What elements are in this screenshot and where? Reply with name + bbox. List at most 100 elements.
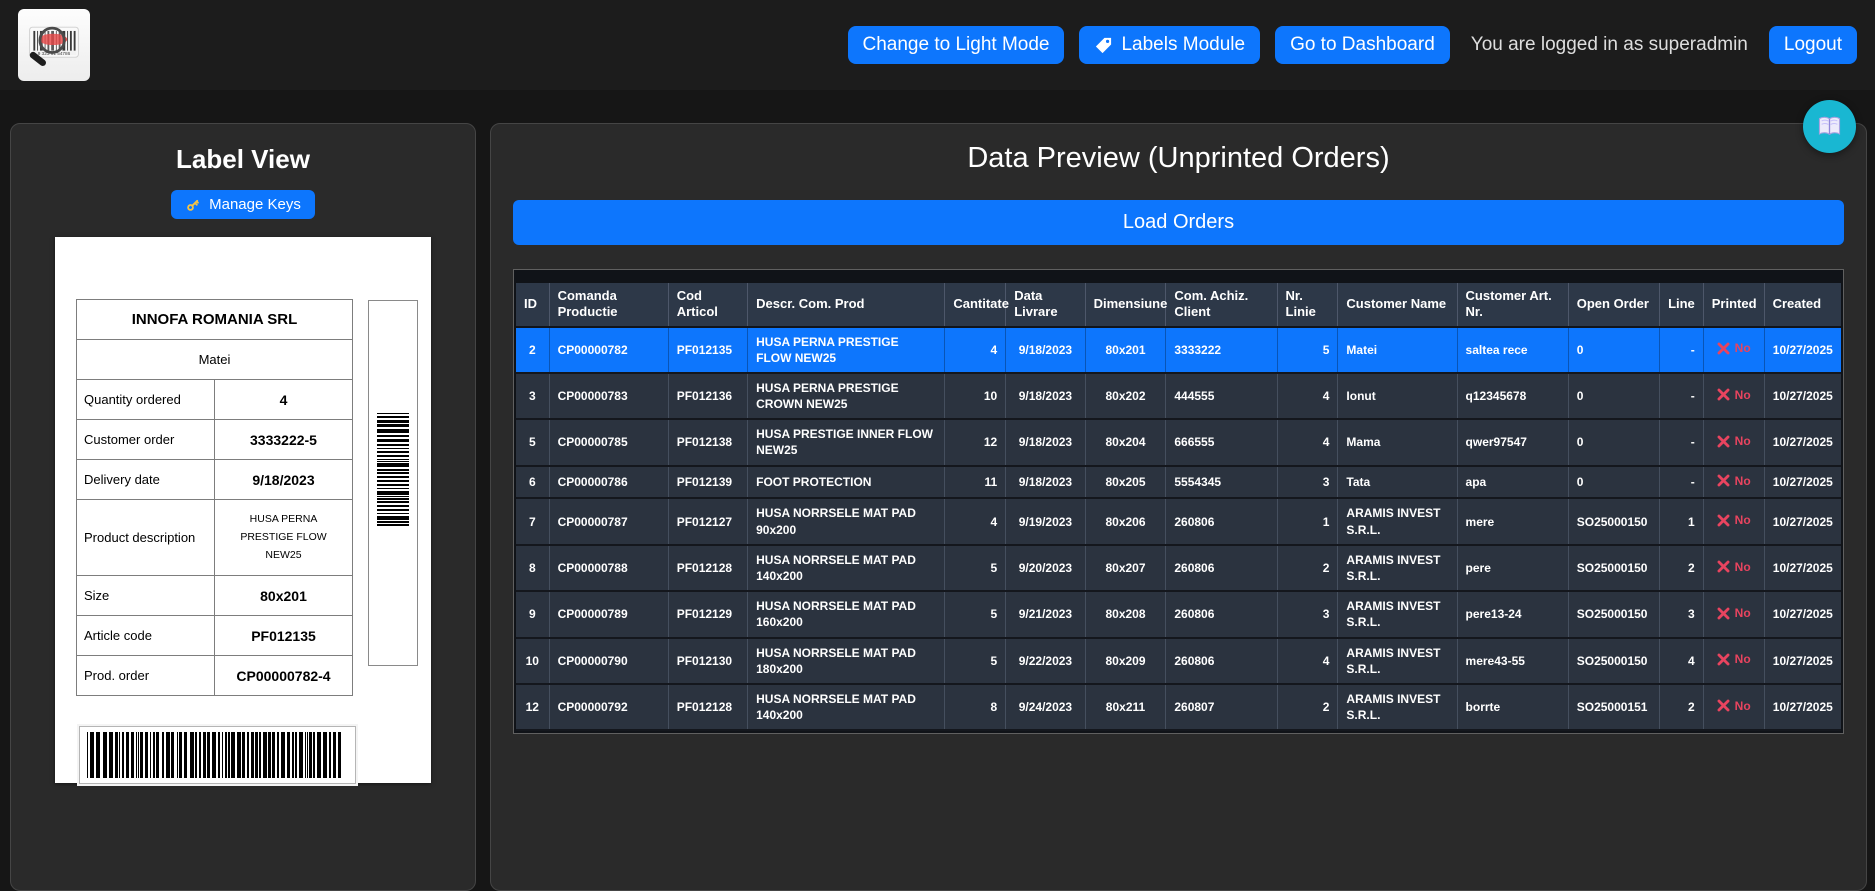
table-cell: qwer97547 xyxy=(1457,419,1568,465)
label-field-value: HUSA PERNA PRESTIGE FLOW NEW25 xyxy=(215,500,353,576)
label-company: INNOFA ROMANIA SRL xyxy=(77,300,353,340)
printed-status-cell: No xyxy=(1703,684,1764,730)
column-header: Customer Name xyxy=(1338,283,1457,327)
x-icon xyxy=(1717,435,1730,448)
table-cell: PF012127 xyxy=(668,498,747,544)
manage-keys-button[interactable]: Manage Keys xyxy=(171,190,315,219)
barcode-bar xyxy=(126,732,129,778)
barcode-bar xyxy=(377,439,409,442)
table-cell: CP00000787 xyxy=(549,498,668,544)
table-row[interactable]: 7CP00000787PF012127HUSA NORRSELE MAT PAD… xyxy=(516,498,1841,544)
user-status-text: You are logged in as superadmin xyxy=(1471,34,1748,56)
barcode-bar xyxy=(317,732,321,778)
load-orders-button[interactable]: Load Orders xyxy=(513,200,1844,245)
x-icon xyxy=(1717,653,1730,666)
barcode-bar xyxy=(212,732,216,778)
table-cell: 2 xyxy=(1660,545,1704,591)
table-cell: PF012136 xyxy=(668,373,747,419)
table-cell: - xyxy=(1660,373,1704,419)
barcode-bar xyxy=(87,732,88,778)
table-cell: - xyxy=(1660,327,1704,373)
light-mode-button[interactable]: Change to Light Mode xyxy=(848,26,1065,64)
table-cell: ARAMIS INVEST S.R.L. xyxy=(1338,498,1457,544)
barcode-bar xyxy=(177,732,178,778)
barcode-bar xyxy=(242,732,245,778)
table-row[interactable]: 3CP00000783PF012136HUSA PERNA PRESTIGE C… xyxy=(516,373,1841,419)
table-cell: q12345678 xyxy=(1457,373,1568,419)
table-row[interactable]: 10CP00000790PF012130HUSA NORRSELE MAT PA… xyxy=(516,638,1841,684)
barcode-bar xyxy=(203,732,206,778)
table-cell: 260806 xyxy=(1166,498,1277,544)
table-cell: ARAMIS INVEST S.R.L. xyxy=(1338,684,1457,730)
column-header: Dimensiune xyxy=(1085,283,1166,327)
barcode-bar xyxy=(377,429,409,433)
barcode-bar xyxy=(90,732,94,778)
table-cell: CP00000789 xyxy=(549,591,668,637)
label-field-value: 3333222-5 xyxy=(215,420,353,460)
table-cell: PF012128 xyxy=(668,684,747,730)
table-cell: 260806 xyxy=(1166,591,1277,637)
barcode-bar xyxy=(377,459,409,460)
x-icon xyxy=(1717,474,1730,487)
logout-button[interactable]: Logout xyxy=(1769,26,1857,64)
barcode-bar xyxy=(138,732,139,778)
barcode-bar xyxy=(277,732,279,778)
barcode-bar xyxy=(377,413,409,414)
barcode-bar xyxy=(333,732,336,778)
column-header: Created xyxy=(1764,283,1841,327)
barcode-bar xyxy=(207,732,210,778)
barcode-bar xyxy=(156,732,159,778)
table-cell: 5 xyxy=(945,638,1006,684)
table-cell: 6 xyxy=(516,466,549,499)
data-preview-panel: Data Preview (Unprinted Orders) Load Ord… xyxy=(490,123,1867,891)
navbar-actions: Change to Light Mode Labels Module Go to… xyxy=(848,26,1858,64)
printed-no-badge: No xyxy=(1717,473,1751,489)
table-row[interactable]: 9CP00000789PF012129HUSA NORRSELE MAT PAD… xyxy=(516,591,1841,637)
table-cell: 10/27/2025 xyxy=(1764,591,1841,637)
table-row[interactable]: 5CP00000785PF012138HUSA PRESTIGE INNER F… xyxy=(516,419,1841,465)
table-row[interactable]: 2CP00000782PF012135HUSA PERNA PRESTIGE F… xyxy=(516,327,1841,373)
barcode-bar xyxy=(115,732,118,778)
table-cell: 8 xyxy=(945,684,1006,730)
table-cell: mere43-55 xyxy=(1457,638,1568,684)
table-cell: 80x209 xyxy=(1085,638,1166,684)
printed-status-cell: No xyxy=(1703,419,1764,465)
table-cell: 666555 xyxy=(1166,419,1277,465)
table-cell: 0 xyxy=(1568,327,1659,373)
orders-table-container: IDComanda ProductieCod ArticolDescr. Com… xyxy=(513,269,1844,734)
printed-no-badge: No xyxy=(1717,340,1751,356)
table-cell: 9/19/2023 xyxy=(1006,498,1085,544)
table-cell: pere xyxy=(1457,545,1568,591)
main-content: Label View Manage Keys INNOFA ROMANIA SR… xyxy=(0,90,1875,891)
barcode-bar xyxy=(251,732,254,778)
table-cell: FOOT PROTECTION xyxy=(748,466,945,499)
docs-fab-button[interactable] xyxy=(1803,100,1856,153)
barcode-bar xyxy=(179,732,182,778)
table-row[interactable]: 6CP00000786PF012139FOOT PROTECTION119/18… xyxy=(516,466,1841,499)
table-cell: 0 xyxy=(1568,419,1659,465)
label-field-name: Size xyxy=(77,576,215,616)
table-row[interactable]: 12CP00000792PF012128HUSA NORRSELE MAT PA… xyxy=(516,684,1841,730)
dashboard-button[interactable]: Go to Dashboard xyxy=(1275,26,1450,64)
printed-no-badge: No xyxy=(1717,698,1751,714)
table-cell: 1 xyxy=(1277,498,1338,544)
table-cell: ARAMIS INVEST S.R.L. xyxy=(1338,591,1457,637)
table-cell: SO25000150 xyxy=(1568,638,1659,684)
barcode-bar xyxy=(323,732,327,778)
labels-module-button[interactable]: Labels Module xyxy=(1079,26,1260,64)
table-row[interactable]: 8CP00000788PF012128HUSA NORRSELE MAT PAD… xyxy=(516,545,1841,591)
column-header: Descr. Com. Prod xyxy=(748,283,945,327)
printed-status-cell: No xyxy=(1703,545,1764,591)
app-logo[interactable]: 9 323 61 54786 xyxy=(18,9,90,81)
printed-status-cell: No xyxy=(1703,591,1764,637)
barcode-bar xyxy=(119,732,120,778)
barcode-bar xyxy=(377,444,409,446)
table-cell: 80x211 xyxy=(1085,684,1166,730)
label-view-title: Label View xyxy=(11,144,475,175)
label-field-row: Article codePF012135 xyxy=(77,616,353,656)
table-cell: 80x206 xyxy=(1085,498,1166,544)
label-field-name: Product description xyxy=(77,500,215,576)
barcode-bar xyxy=(377,420,409,423)
barcode-bar xyxy=(225,732,227,778)
table-cell: - xyxy=(1660,466,1704,499)
